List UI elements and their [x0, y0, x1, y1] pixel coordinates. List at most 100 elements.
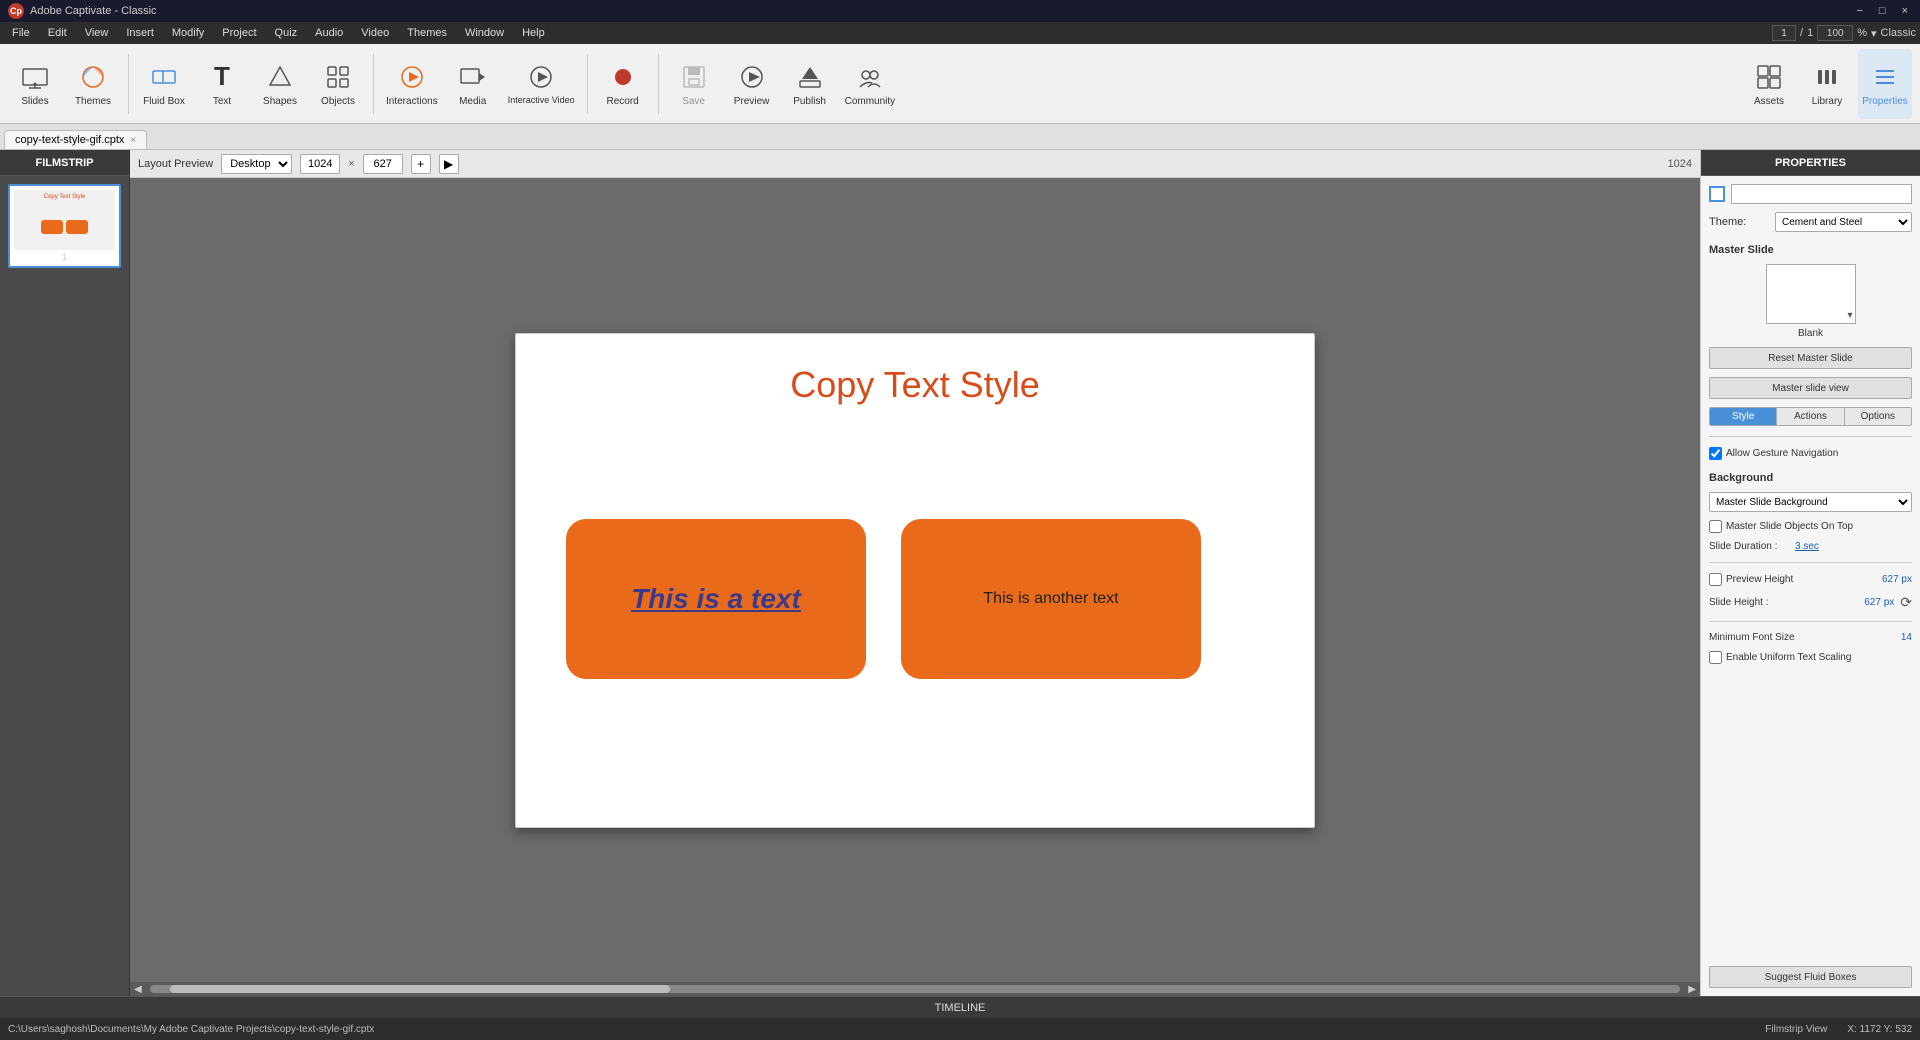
- library-label: Library: [1812, 96, 1843, 107]
- timeline-label: TIMELINE: [935, 1002, 986, 1014]
- preview-height-checkbox[interactable]: [1709, 573, 1722, 586]
- assets-icon: [1753, 61, 1785, 93]
- toolbar-shapes-btn[interactable]: Shapes: [253, 49, 307, 119]
- text-box-1[interactable]: This is a text: [566, 519, 866, 679]
- slide-height-label: Slide Height :: [1709, 597, 1789, 608]
- objects-icon: [322, 61, 354, 93]
- maximize-btn[interactable]: □: [1875, 5, 1890, 17]
- canvas-width-indicator: 1024: [1668, 158, 1692, 170]
- tab-close-btn[interactable]: ×: [130, 135, 136, 146]
- background-select[interactable]: Master Slide Background: [1709, 492, 1912, 512]
- toolbar-media-btn[interactable]: Media: [446, 49, 500, 119]
- app-title: Adobe Captivate - Classic: [30, 5, 157, 17]
- canvas-hscrollbar: ◀ ▶: [130, 982, 1700, 996]
- menu-window[interactable]: Window: [457, 25, 512, 41]
- slide-container: Copy Text Style This is a text This is a…: [130, 178, 1700, 982]
- zoom-dropdown[interactable]: ▾: [1871, 27, 1877, 40]
- master-objects-checkbox[interactable]: [1709, 520, 1722, 533]
- uniform-text-checkbox[interactable]: [1709, 651, 1722, 664]
- community-label: Community: [845, 96, 896, 107]
- toolbar-text-btn[interactable]: T Text: [195, 49, 249, 119]
- menu-audio[interactable]: Audio: [307, 25, 351, 41]
- slide-height-row: Slide Height : 627 px ⟳: [1709, 594, 1912, 611]
- menu-edit[interactable]: Edit: [40, 25, 75, 41]
- toolbar-library-btn[interactable]: Library: [1800, 49, 1854, 119]
- menu-project[interactable]: Project: [214, 25, 264, 41]
- menubar: File Edit View Insert Modify Project Qui…: [0, 22, 1920, 44]
- toolbar-save-btn[interactable]: Save: [667, 49, 721, 119]
- toolbar-publish-btn[interactable]: Publish: [783, 49, 837, 119]
- background-section-label: Background: [1709, 472, 1912, 484]
- master-slide-view-btn[interactable]: Master slide view: [1709, 377, 1912, 399]
- text-box-2[interactable]: This is another text: [901, 519, 1201, 679]
- canvas-toolbar: Layout Preview Desktop × + ▶ 1024: [130, 150, 1700, 178]
- zoom-input[interactable]: [1817, 25, 1853, 41]
- play-canvas-btn[interactable]: ▶: [439, 154, 459, 174]
- height-input[interactable]: [363, 154, 403, 174]
- view-label: Filmstrip View: [1765, 1024, 1827, 1035]
- allow-gesture-label: Allow Gesture Navigation: [1726, 448, 1838, 459]
- actions-tab[interactable]: Actions: [1777, 408, 1844, 425]
- theme-label: Theme:: [1709, 216, 1769, 228]
- toolbar-interactive-video-btn[interactable]: Interactive Video: [504, 49, 579, 119]
- titlebar-controls[interactable]: − □ ×: [1852, 5, 1912, 17]
- spacer: [1709, 672, 1912, 958]
- style-tab[interactable]: Style: [1710, 408, 1777, 425]
- toolbar-properties-btn[interactable]: Properties: [1858, 49, 1912, 119]
- close-btn[interactable]: ×: [1898, 5, 1912, 17]
- menu-themes[interactable]: Themes: [399, 25, 455, 41]
- statusbar: C:\Users\saghosh\Documents\My Adobe Capt…: [0, 1018, 1920, 1040]
- menu-modify[interactable]: Modify: [164, 25, 212, 41]
- theme-select[interactable]: Cement and Steel: [1775, 212, 1912, 232]
- color-value-input[interactable]: [1731, 184, 1912, 204]
- toolbar-assets-btn[interactable]: Assets: [1742, 49, 1796, 119]
- master-objects-row: Master Slide Objects On Top: [1709, 520, 1912, 533]
- toolbar-objects-btn[interactable]: Objects: [311, 49, 365, 119]
- min-font-row: Minimum Font Size 14: [1709, 632, 1912, 643]
- fluid-box-icon: [148, 61, 180, 93]
- save-icon: [678, 61, 710, 93]
- menu-file[interactable]: File: [4, 25, 38, 41]
- hscroll-thumb[interactable]: [170, 985, 670, 993]
- menu-help[interactable]: Help: [514, 25, 553, 41]
- properties-label: Properties: [1862, 96, 1908, 107]
- minimize-btn[interactable]: −: [1852, 5, 1866, 17]
- master-slide-box[interactable]: ▾: [1766, 264, 1856, 324]
- toolbar-slides-btn[interactable]: Slides: [8, 49, 62, 119]
- menu-video[interactable]: Video: [353, 25, 397, 41]
- menu-view[interactable]: View: [77, 25, 117, 41]
- text-icon: T: [206, 61, 238, 93]
- slide-duration-value[interactable]: 3 sec: [1795, 541, 1819, 552]
- suggest-fluid-boxes-btn[interactable]: Suggest Fluid Boxes: [1709, 966, 1912, 988]
- hscroll-right-btn[interactable]: ▶: [1684, 984, 1700, 995]
- menu-insert[interactable]: Insert: [118, 25, 162, 41]
- toolbar-record-btn[interactable]: Record: [596, 49, 650, 119]
- properties-header: PROPERTIES: [1701, 150, 1920, 176]
- toolbar-fluid-box-btn[interactable]: Fluid Box: [137, 49, 191, 119]
- allow-gesture-checkbox[interactable]: [1709, 447, 1722, 460]
- hscroll-left-btn[interactable]: ◀: [130, 984, 146, 995]
- toolbar-preview-btn[interactable]: Preview: [725, 49, 779, 119]
- toolbar-community-btn[interactable]: Community: [841, 49, 900, 119]
- add-canvas-btn[interactable]: +: [411, 154, 431, 174]
- interactive-video-icon: [525, 61, 557, 93]
- properties-content: Theme: Cement and Steel Master Slide ▾ B…: [1701, 176, 1920, 996]
- preview-height-row: Preview Height 627 px: [1709, 573, 1912, 586]
- interactive-video-label: Interactive Video: [508, 96, 575, 106]
- toolbar-sep-1: [128, 54, 129, 114]
- main-tab[interactable]: copy-text-style-gif.cptx ×: [4, 130, 147, 149]
- menu-quiz[interactable]: Quiz: [267, 25, 306, 41]
- slide-counter-input[interactable]: [1772, 25, 1796, 41]
- record-label: Record: [606, 96, 638, 107]
- layout-select[interactable]: Desktop: [221, 154, 292, 174]
- toolbar-interactions-btn[interactable]: Interactions: [382, 49, 442, 119]
- width-input[interactable]: [300, 154, 340, 174]
- slide-thumb-1[interactable]: Copy Text Style 1: [8, 184, 121, 268]
- toolbar-themes-btn[interactable]: Themes: [66, 49, 120, 119]
- reset-master-slide-btn[interactable]: Reset Master Slide: [1709, 347, 1912, 369]
- options-tab[interactable]: Options: [1845, 408, 1911, 425]
- color-swatch[interactable]: [1709, 186, 1725, 202]
- layout-preview-label: Layout Preview: [138, 158, 213, 170]
- slide[interactable]: Copy Text Style This is a text This is a…: [515, 333, 1315, 828]
- toolbar: Slides Themes Fluid Box T Text Shapes Ob…: [0, 44, 1920, 124]
